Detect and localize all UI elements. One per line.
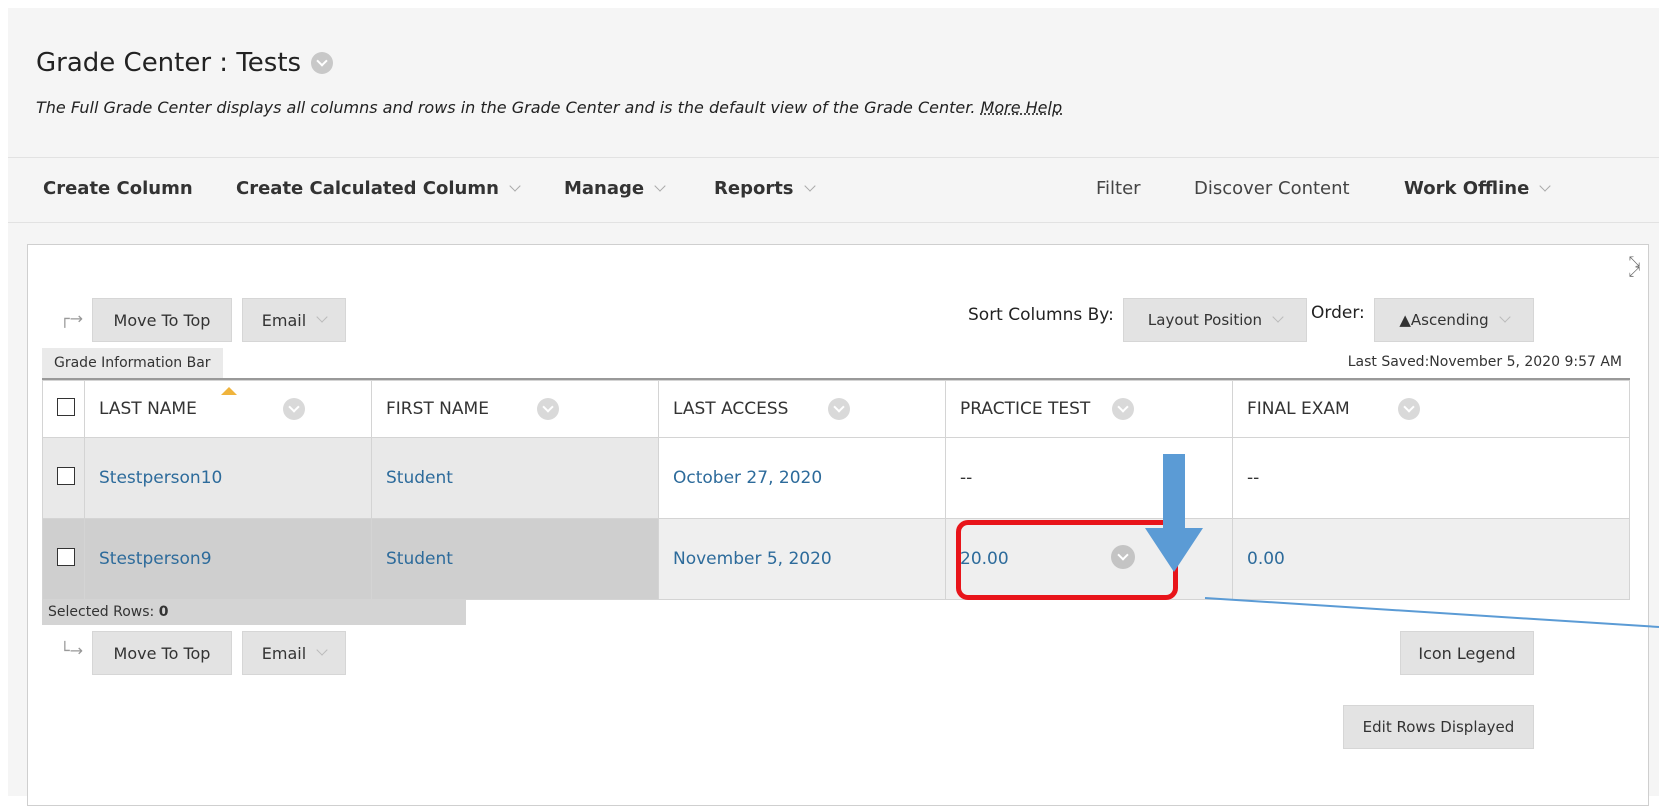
annotation-pointer-line bbox=[1204, 597, 1659, 628]
annotation-overlay bbox=[1145, 454, 1659, 628]
annotation-arrow bbox=[1145, 454, 1203, 572]
